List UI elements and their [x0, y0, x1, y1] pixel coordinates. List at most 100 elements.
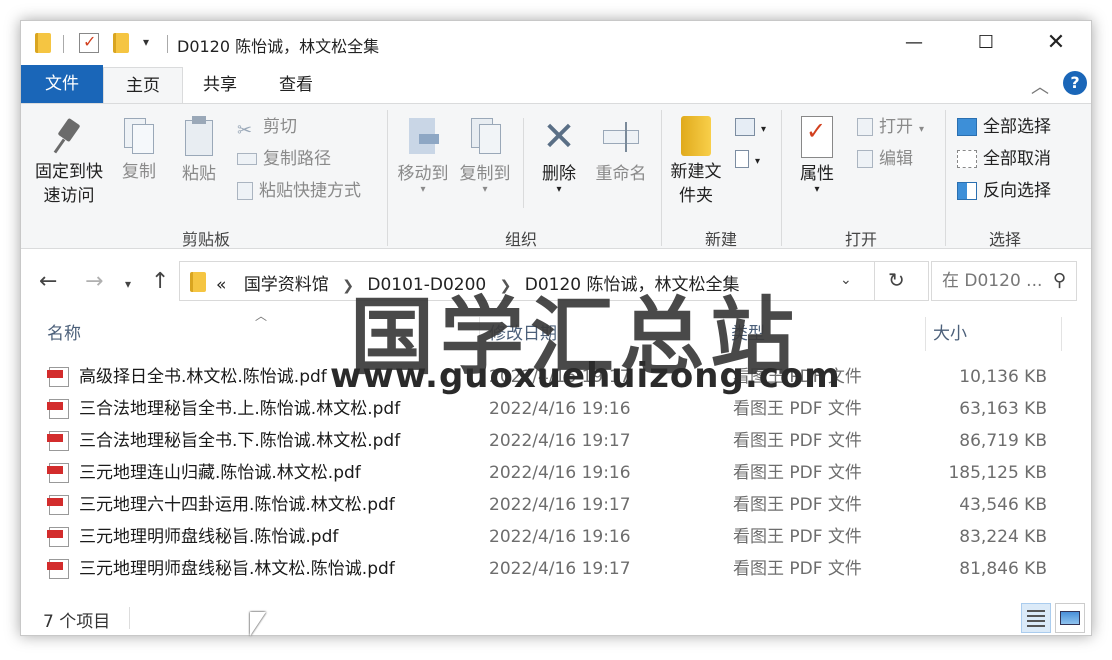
- pdf-file-icon: [47, 367, 69, 387]
- file-name: 三合法地理秘旨全书.上.陈怡诚.林文松.pdf: [79, 399, 401, 419]
- new-folder-label: 新建文件夹: [670, 162, 722, 206]
- invert-selection-button[interactable]: 反向选择: [957, 178, 1051, 204]
- file-date: 2022/4/16 19:17: [489, 559, 631, 579]
- pin-label: 固定到快速访问: [35, 162, 103, 206]
- rename-button[interactable]: 重命名: [591, 116, 651, 186]
- select-group-label: 选择: [988, 230, 1021, 249]
- easy-access-button[interactable]: ▾: [735, 146, 760, 172]
- status-bar: 7 个项目: [21, 599, 1091, 635]
- file-date: 2022/4/16 19:17: [489, 431, 631, 451]
- collapse-ribbon-icon[interactable]: ︿: [1031, 73, 1049, 99]
- dropdown-arrow-icon: ▾: [761, 124, 767, 135]
- properties-quick-access-icon[interactable]: ✓: [79, 32, 99, 53]
- maximize-icon[interactable]: ☐: [963, 21, 1009, 65]
- edit-button[interactable]: 编辑: [857, 146, 913, 172]
- file-name: 高级择日全书.林文松.陈怡诚.pdf: [79, 367, 327, 387]
- pdf-file-icon: [47, 559, 69, 579]
- tab-file[interactable]: 文件: [21, 65, 103, 103]
- select-none-button[interactable]: 全部取消: [957, 146, 1051, 172]
- column-header-size[interactable]: 大小: [933, 317, 967, 351]
- column-header-name[interactable]: 名称: [47, 317, 81, 351]
- divider: [167, 35, 168, 53]
- table-row[interactable]: 三元地理明师盘线秘旨.陈怡诚.pdf 2022/4/16 19:16 看图王 P…: [45, 521, 1065, 553]
- cut-button[interactable]: ✂ 剪切: [237, 114, 297, 141]
- copy-to-icon: [467, 116, 503, 158]
- table-row[interactable]: 三元地理明师盘线秘旨.林文松.陈怡诚.pdf 2022/4/16 19:17 看…: [45, 553, 1065, 585]
- breadcrumb-overflow[interactable]: «: [216, 275, 226, 295]
- address-dropdown-icon[interactable]: ⌄: [840, 272, 852, 288]
- scissors-icon: ✂: [237, 120, 253, 141]
- back-arrow-icon[interactable]: ←: [39, 269, 57, 294]
- pdf-file-icon: [47, 431, 69, 451]
- customize-quick-access-icon[interactable]: ▾: [143, 35, 149, 49]
- recent-locations-chevron-icon[interactable]: ▾: [125, 277, 131, 291]
- paste-shortcut-icon: [237, 182, 253, 200]
- move-to-button[interactable]: 移动到 ▾: [393, 116, 453, 195]
- help-icon[interactable]: ?: [1063, 71, 1087, 95]
- column-divider[interactable]: [1061, 317, 1062, 351]
- copy-to-button[interactable]: 复制到 ▾: [455, 116, 515, 195]
- file-size: 43,546 KB: [959, 495, 1047, 515]
- window-title: D0120 陈怡诚，林文松全集: [177, 37, 380, 56]
- mouse-cursor-icon: [250, 612, 266, 636]
- dropdown-arrow-icon: ▾: [919, 124, 925, 135]
- new-folder-quick-access-icon[interactable]: [113, 33, 129, 53]
- file-type: 看图王 PDF 文件: [733, 463, 862, 483]
- table-row[interactable]: 三合法地理秘旨全书.上.陈怡诚.林文松.pdf 2022/4/16 19:16 …: [45, 393, 1065, 425]
- file-type: 看图王 PDF 文件: [733, 559, 862, 579]
- pdf-file-icon: [47, 463, 69, 483]
- large-icons-view-icon[interactable]: [1055, 603, 1085, 633]
- new-item-button[interactable]: ▾: [735, 114, 766, 140]
- new-group-label: 新建: [704, 230, 737, 249]
- file-type: 看图王 PDF 文件: [733, 431, 862, 451]
- forward-arrow-icon[interactable]: →: [85, 269, 103, 294]
- file-date: 2022/4/16 19:16: [489, 463, 631, 483]
- dropdown-arrow-icon: ▾: [814, 184, 820, 195]
- pdf-file-icon: [47, 399, 69, 419]
- copy-path-button[interactable]: 复制路径: [237, 146, 331, 172]
- tab-home[interactable]: 主页: [103, 67, 183, 103]
- select-all-label: 全部选择: [983, 117, 1051, 137]
- select-all-button[interactable]: 全部选择: [957, 114, 1051, 140]
- folder-icon: [190, 272, 206, 292]
- group-divider: [945, 110, 946, 246]
- tab-share[interactable]: 共享: [187, 67, 253, 103]
- delete-button[interactable]: ✕ 删除 ▾: [533, 116, 585, 195]
- open-group-label: 打开: [844, 230, 877, 249]
- table-row[interactable]: 三合法地理秘旨全书.下.陈怡诚.林文松.pdf 2022/4/16 19:17 …: [45, 425, 1065, 457]
- cut-label: 剪切: [263, 117, 297, 137]
- pdf-file-icon: [47, 495, 69, 515]
- new-item-icon: [735, 118, 755, 136]
- file-type: 看图王 PDF 文件: [733, 399, 862, 419]
- close-icon[interactable]: ✕: [1033, 21, 1079, 65]
- copy-to-label: 复制到: [459, 164, 511, 184]
- details-view-icon[interactable]: [1021, 603, 1051, 633]
- properties-button[interactable]: ✓ 属性 ▾: [789, 116, 845, 195]
- file-date: 2022/4/16 19:16: [489, 527, 631, 547]
- pin-to-quick-access-button[interactable]: 固定到快速访问: [27, 116, 111, 208]
- tab-view[interactable]: 查看: [263, 67, 329, 103]
- search-input[interactable]: 在 D0120 ... ⚲: [931, 261, 1077, 301]
- dropdown-arrow-icon: ▾: [420, 184, 426, 195]
- paste-button[interactable]: 粘贴: [175, 116, 223, 186]
- up-arrow-icon[interactable]: ↑: [151, 269, 169, 294]
- divider: [874, 262, 875, 300]
- breadcrumb-item[interactable]: 国学资料馆: [244, 275, 329, 295]
- dropdown-arrow-icon: ▾: [556, 184, 562, 195]
- dropdown-arrow-icon: ▾: [755, 156, 761, 167]
- organize-group-label: 组织: [504, 230, 537, 249]
- file-size: 185,125 KB: [948, 463, 1047, 483]
- refresh-icon[interactable]: ↻: [888, 268, 905, 292]
- table-row[interactable]: 三元地理六十四卦运用.陈怡诚.林文松.pdf 2022/4/16 19:17 看…: [45, 489, 1065, 521]
- new-folder-button[interactable]: 新建文件夹: [667, 116, 725, 208]
- column-divider[interactable]: [925, 317, 926, 351]
- open-button[interactable]: 打开 ▾: [857, 114, 924, 140]
- invert-selection-label: 反向选择: [983, 181, 1051, 201]
- copy-button[interactable]: 复制: [115, 116, 163, 184]
- minimize-icon[interactable]: —: [891, 21, 937, 65]
- paste-shortcut-button[interactable]: 粘贴快捷方式: [237, 178, 361, 204]
- rename-label: 重命名: [595, 164, 647, 184]
- search-placeholder: 在 D0120 ...: [942, 271, 1043, 291]
- table-row[interactable]: 三元地理连山归藏.陈怡诚.林文松.pdf 2022/4/16 19:16 看图王…: [45, 457, 1065, 489]
- move-to-label: 移动到: [397, 164, 449, 184]
